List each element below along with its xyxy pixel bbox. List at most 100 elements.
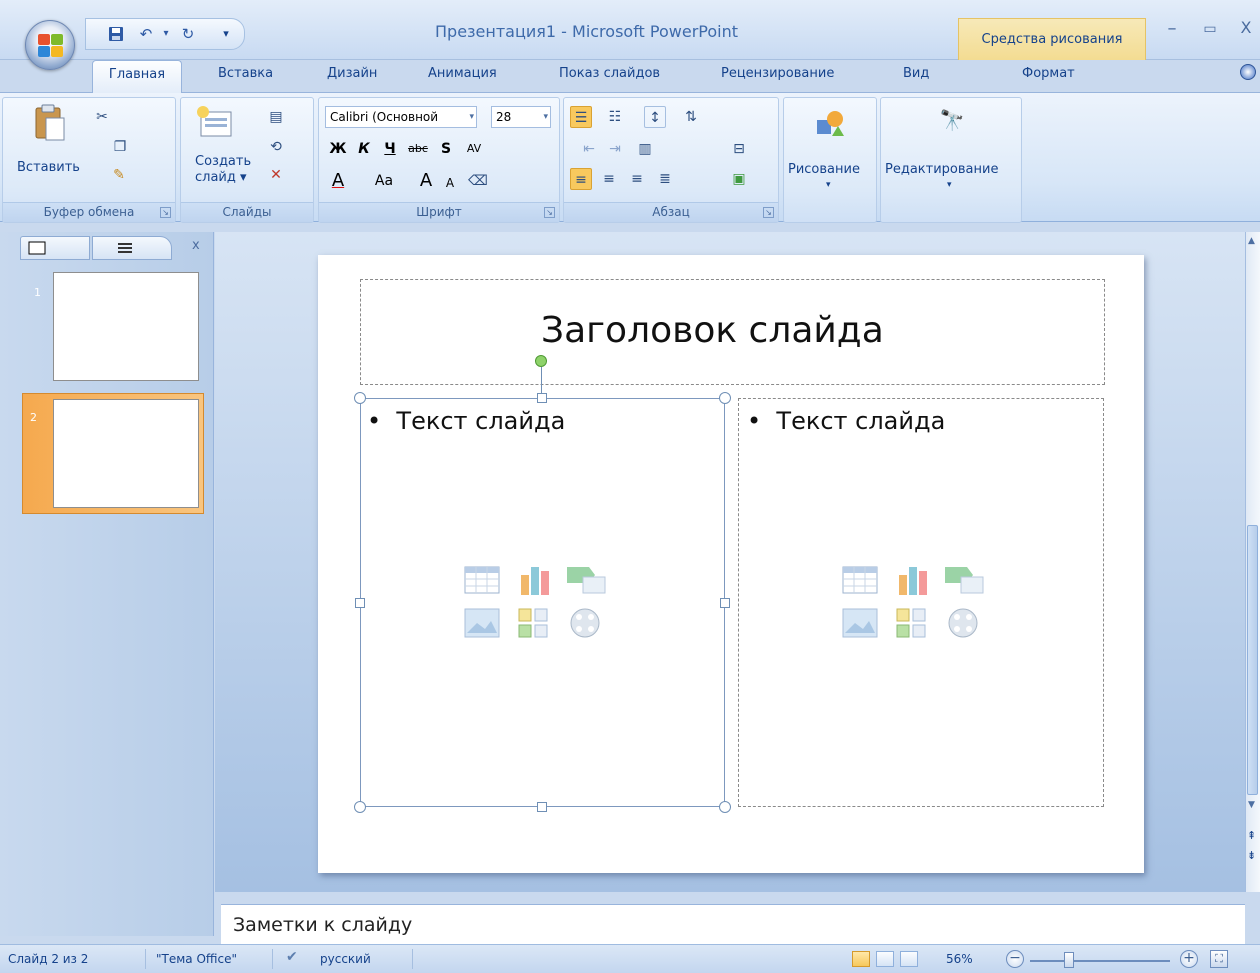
insert-clipart-icon[interactable] — [891, 605, 935, 641]
bold-button[interactable]: Ж — [327, 138, 349, 160]
resize-handle-top[interactable] — [537, 393, 547, 403]
resize-handle-left[interactable] — [355, 598, 365, 608]
copy-icon[interactable]: ❐ — [109, 136, 131, 158]
shapes-icon[interactable] — [814, 108, 846, 140]
next-slide-icon[interactable]: ⇟ — [1247, 850, 1256, 861]
slide-thumbnail-2[interactable] — [53, 399, 199, 508]
insert-picture-icon[interactable] — [839, 605, 883, 641]
save-icon[interactable] — [106, 25, 126, 43]
left-content-placeholder[interactable]: • Текст слайда — [360, 398, 725, 807]
resize-handle-right[interactable] — [720, 598, 730, 608]
undo-dropdown-icon[interactable]: ▾ — [156, 25, 176, 43]
insert-clipart-icon[interactable] — [513, 605, 557, 641]
minimize-button[interactable]: – — [1160, 18, 1184, 39]
insert-media-icon[interactable] — [943, 605, 987, 641]
tab-format[interactable]: Формат — [1022, 66, 1075, 81]
char-spacing-button[interactable]: AV — [463, 138, 485, 160]
zoom-in-icon[interactable]: + — [1180, 950, 1198, 968]
close-button[interactable]: X — [1234, 18, 1258, 37]
numbering-icon[interactable]: ☷ — [604, 106, 626, 128]
redo-icon[interactable]: ↻ — [178, 25, 198, 43]
scroll-down-icon[interactable]: ▼ — [1248, 800, 1255, 810]
editing-button[interactable]: Редактирование — [885, 162, 998, 177]
title-placeholder[interactable]: Заголовок слайда — [360, 279, 1105, 385]
bullets-icon[interactable]: ☰ — [570, 106, 592, 128]
zoom-slider-thumb[interactable] — [1064, 952, 1074, 968]
format-painter-icon[interactable]: ✎ — [108, 164, 130, 186]
previous-slide-icon[interactable]: ⇞ — [1247, 830, 1256, 841]
tab-animation[interactable]: Анимация — [428, 66, 497, 81]
grow-font-button[interactable]: A — [415, 170, 437, 192]
slide-sorter-icon[interactable] — [876, 951, 894, 967]
slideshow-view-icon[interactable] — [900, 951, 918, 967]
resize-handle-bottom-left[interactable] — [354, 801, 366, 813]
cut-icon[interactable]: ✂ — [91, 106, 113, 128]
insert-picture-icon[interactable] — [461, 605, 505, 641]
tab-view[interactable]: Вид — [903, 66, 929, 81]
layout-icon[interactable]: ▤ — [265, 106, 287, 128]
insert-chart-icon[interactable] — [513, 561, 557, 597]
resize-handle-top-right[interactable] — [719, 392, 731, 404]
new-slide-icon[interactable] — [195, 106, 235, 140]
undo-icon[interactable]: ↶ — [136, 25, 156, 43]
tab-outline[interactable] — [92, 236, 172, 260]
italic-button[interactable]: К — [353, 138, 375, 160]
insert-table-icon[interactable] — [839, 561, 883, 597]
language[interactable]: русский — [320, 952, 371, 966]
normal-view-icon[interactable] — [852, 951, 870, 967]
insert-table-icon[interactable] — [461, 561, 505, 597]
zoom-slider[interactable] — [1030, 960, 1170, 962]
text-direction-icon[interactable]: ⇅ — [680, 106, 702, 128]
insert-smartart-icon[interactable] — [943, 561, 987, 597]
align-center-icon[interactable]: ≡ — [598, 168, 620, 190]
help-icon[interactable] — [1240, 64, 1256, 80]
increase-indent-icon[interactable]: ⇥ — [604, 138, 626, 160]
align-right-icon[interactable]: ≡ — [626, 168, 648, 190]
insert-media-icon[interactable] — [565, 605, 609, 641]
insert-smartart-icon[interactable] — [565, 561, 609, 597]
slide-thumbnail-1[interactable] — [53, 272, 199, 381]
tab-review[interactable]: Рецензирование — [721, 66, 834, 81]
align-text-icon[interactable]: ⊟ — [728, 138, 750, 160]
shrink-font-button[interactable]: A — [439, 172, 461, 194]
line-spacing-icon[interactable]: ↕ — [644, 106, 666, 128]
tab-design[interactable]: Дизайн — [327, 66, 377, 81]
font-launcher-icon[interactable]: ↘ — [544, 207, 555, 218]
paste-button[interactable]: Вставить — [17, 160, 80, 175]
maximize-button[interactable]: ▭ — [1198, 21, 1222, 37]
shadow-button[interactable]: S — [435, 138, 457, 160]
right-content-placeholder[interactable]: • Текст слайда — [738, 398, 1104, 807]
scrollbar-thumb[interactable] — [1247, 525, 1258, 795]
change-case-button[interactable]: Aa — [373, 170, 395, 192]
resize-handle-bottom-right[interactable] — [719, 801, 731, 813]
reset-icon[interactable]: ⟲ — [265, 136, 287, 158]
new-slide-button[interactable]: Создать — [195, 154, 251, 169]
insert-chart-icon[interactable] — [891, 561, 935, 597]
new-slide-label-2[interactable]: слайд ▾ — [195, 170, 247, 185]
drawing-button[interactable]: Рисование — [788, 162, 860, 177]
resize-handle-bottom[interactable] — [537, 802, 547, 812]
clear-formatting-icon[interactable]: ⌫ — [467, 170, 489, 192]
zoom-level[interactable]: 56% — [946, 952, 973, 966]
resize-handle-top-left[interactable] — [354, 392, 366, 404]
spellcheck-icon[interactable]: ✔ — [286, 949, 298, 965]
tab-insert[interactable]: Вставка — [218, 66, 273, 81]
zoom-out-icon[interactable]: − — [1006, 950, 1024, 968]
fit-to-window-icon[interactable]: ⛶ — [1210, 950, 1228, 968]
columns-icon[interactable]: ▥ — [634, 138, 656, 160]
font-size-combo[interactable]: 28 ▾ — [491, 106, 551, 128]
tab-slideshow[interactable]: Показ слайдов — [559, 66, 660, 81]
customize-qat-icon[interactable]: ▾ — [216, 25, 236, 43]
align-left-icon[interactable]: ≡ — [570, 168, 592, 190]
close-panel-icon[interactable]: x — [192, 238, 200, 253]
tab-slides-thumbnails[interactable] — [20, 236, 90, 260]
paste-icon[interactable] — [33, 104, 67, 142]
font-name-combo[interactable]: Calibri (Основной ▾ — [325, 106, 477, 128]
scroll-up-icon[interactable]: ▲ — [1248, 236, 1255, 246]
font-color-button[interactable]: A — [327, 170, 349, 192]
clipboard-launcher-icon[interactable]: ↘ — [160, 207, 171, 218]
delete-slide-icon[interactable]: ✕ — [265, 164, 287, 186]
tab-home[interactable]: Главная — [92, 60, 182, 93]
paragraph-launcher-icon[interactable]: ↘ — [763, 207, 774, 218]
office-button[interactable] — [25, 20, 75, 70]
